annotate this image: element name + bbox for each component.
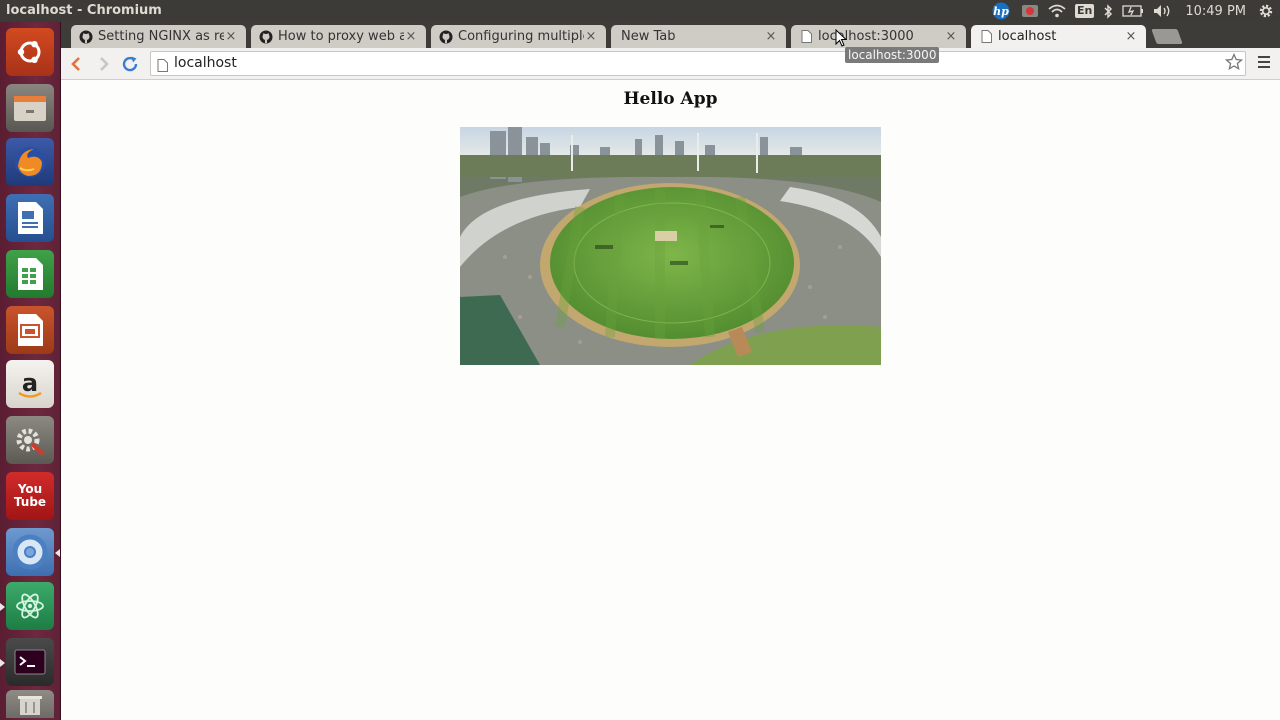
impress-icon[interactable] [6,306,54,354]
tab-close-button[interactable]: × [404,29,418,44]
ubuntu-dash-icon[interactable] [6,28,54,76]
new-tab-button[interactable] [1151,29,1183,44]
page-icon [157,57,168,76]
mouse-pointer-icon [835,28,848,51]
tab-tooltip: localhost:3000 [845,47,940,63]
hp-icon[interactable]: hp [990,0,1012,22]
writer-icon[interactable] [6,194,54,242]
address-bar[interactable]: localhost [150,51,1246,76]
tab-localhost[interactable]: localhost × [971,25,1146,48]
svg-text:hp: hp [993,5,1009,18]
github-icon [259,30,273,44]
address-text[interactable]: localhost [174,55,237,71]
browser-menu-icon[interactable] [1258,56,1270,71]
running-indicator [55,549,60,557]
tab-localhost-3000[interactable]: localhost:3000 × [791,25,966,48]
chromium-icon[interactable] [6,528,54,576]
youtube-icon[interactable]: You Tube [6,472,54,520]
keyboard-layout-indicator[interactable]: En [1074,0,1095,22]
atom-icon[interactable] [6,582,54,630]
github-icon [79,30,93,44]
web-page-content: Hello App [61,81,1280,720]
back-button[interactable] [66,54,86,74]
files-icon[interactable] [6,84,54,132]
tab-close-button[interactable]: × [1124,29,1138,44]
tab-close-button[interactable]: × [224,29,238,44]
tab-strip: Setting NGINX as reve × How to proxy web… [61,22,1280,48]
browser-toolbar: localhost [61,48,1280,80]
amazon-icon[interactable]: a [6,360,54,408]
running-indicator [0,659,5,667]
github-icon [439,30,453,44]
tab-setting-nginx[interactable]: Setting NGINX as reve × [71,25,246,48]
page-icon [799,30,813,44]
trash-icon[interactable] [6,690,54,718]
tab-close-button[interactable]: × [584,29,598,44]
bluetooth-icon[interactable] [1103,0,1113,22]
reload-button[interactable] [120,54,140,74]
svg-text:a: a [22,369,38,397]
tab-configuring-multiple[interactable]: Configuring multiple × [431,25,606,48]
bookmark-star-icon[interactable] [1224,52,1244,75]
tab-close-button[interactable]: × [944,29,958,44]
firefox-icon[interactable] [6,138,54,186]
system-top-bar: localhost - Chromium hp En 10:49 PM [0,0,1280,22]
page-icon [979,30,993,44]
forward-button[interactable] [94,54,114,74]
cricket-stadium-image [460,127,881,365]
tab-close-button[interactable]: × [764,29,778,44]
page-heading: Hello App [623,89,718,109]
battery-icon[interactable] [1122,0,1144,22]
system-tray: hp En 10:49 PM [990,0,1274,22]
system-settings-icon[interactable] [6,416,54,464]
unity-launcher: a You Tube [0,22,61,720]
window-title: localhost - Chromium [6,3,162,18]
wifi-icon[interactable] [1048,0,1066,22]
settings-gear-icon[interactable] [1258,0,1274,22]
terminal-icon[interactable] [6,638,54,686]
volume-icon[interactable] [1153,0,1173,22]
tab-new-tab[interactable]: New Tab × [611,25,786,48]
running-indicator [0,603,5,611]
tab-how-to-proxy[interactable]: How to proxy web app × [251,25,426,48]
calc-icon[interactable] [6,250,54,298]
record-icon[interactable] [1021,0,1039,22]
clock[interactable]: 10:49 PM [1185,4,1246,19]
